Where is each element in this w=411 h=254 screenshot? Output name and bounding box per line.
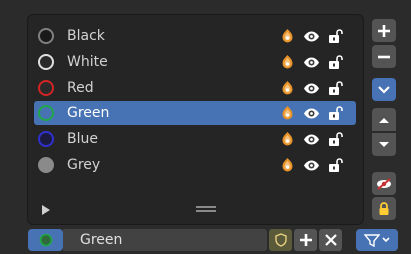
expand-triangle-icon[interactable]: [42, 205, 50, 215]
close-icon: [324, 234, 337, 246]
eye-hidden-icon: [377, 177, 391, 190]
new-material-button[interactable]: [294, 229, 317, 251]
color-swatch-icon: [39, 233, 52, 247]
list-item[interactable]: White: [34, 50, 356, 74]
triangle-down-icon: [379, 141, 389, 147]
move-down-button[interactable]: [372, 133, 396, 156]
color-swatch-icon: [38, 157, 54, 173]
fake-user-button[interactable]: [269, 229, 292, 251]
unlink-material-button[interactable]: [319, 229, 342, 251]
list-item[interactable]: Black: [34, 24, 356, 48]
color-swatch-icon: [38, 131, 54, 147]
lock-others-button[interactable]: [372, 197, 396, 220]
eye-icon[interactable]: [303, 105, 320, 122]
material-name-field[interactable]: Green: [63, 229, 267, 251]
chevron-down-icon: [378, 85, 390, 94]
lock-open-icon[interactable]: [327, 28, 344, 45]
move-up-button[interactable]: [372, 108, 396, 131]
resize-grip-icon[interactable]: [196, 206, 216, 212]
list-item[interactable]: Grey: [34, 153, 356, 177]
onion-skin-icon[interactable]: [279, 157, 296, 174]
specials-menu-button[interactable]: [372, 78, 396, 101]
color-name: White: [67, 54, 108, 70]
list-item[interactable]: Blue: [34, 127, 356, 151]
shield-icon: [274, 233, 287, 247]
onion-skin-icon[interactable]: [279, 131, 296, 148]
eye-icon[interactable]: [303, 157, 320, 174]
list-item[interactable]: Red: [34, 76, 356, 100]
lock-open-icon[interactable]: [327, 54, 344, 71]
onion-skin-icon[interactable]: [279, 80, 296, 97]
color-swatch-icon: [38, 54, 54, 70]
color-name: Grey: [67, 157, 101, 173]
material-slots-panel: Black White Red Green Blue Grey Green: [0, 0, 411, 254]
color-name: Blue: [67, 131, 98, 147]
filter-dropdown-button[interactable]: [356, 229, 398, 251]
remove-slot-button[interactable]: [372, 45, 396, 68]
color-swatch-icon: [38, 105, 54, 121]
color-swatch-icon: [38, 28, 54, 44]
list-item-selected[interactable]: Green: [34, 101, 356, 125]
color-name: Red: [67, 80, 94, 96]
add-slot-button[interactable]: [372, 19, 396, 42]
onion-skin-icon[interactable]: [279, 28, 296, 45]
chevron-down-icon: [382, 237, 390, 243]
plus-icon: [378, 24, 390, 37]
triangle-up-icon: [379, 117, 389, 123]
lock-icon: [379, 201, 389, 215]
onion-skin-icon[interactable]: [279, 54, 296, 71]
color-swatch-icon: [38, 80, 54, 96]
plus-icon: [299, 234, 312, 246]
eye-icon[interactable]: [303, 54, 320, 71]
lock-open-icon[interactable]: [327, 105, 344, 122]
filter-icon: [364, 234, 380, 247]
color-name: Black: [67, 28, 105, 44]
onion-skin-icon[interactable]: [279, 105, 296, 122]
lock-open-icon[interactable]: [327, 131, 344, 148]
lock-open-icon[interactable]: [327, 157, 344, 174]
eye-icon[interactable]: [303, 80, 320, 97]
eye-icon[interactable]: [303, 131, 320, 148]
lock-open-icon[interactable]: [327, 80, 344, 97]
color-name: Green: [67, 105, 110, 121]
active-color-swatch[interactable]: [28, 229, 63, 251]
minus-icon: [378, 55, 390, 58]
hide-others-button[interactable]: [372, 172, 396, 195]
color-list: Black White Red Green Blue Grey: [27, 14, 364, 225]
eye-icon[interactable]: [303, 28, 320, 45]
